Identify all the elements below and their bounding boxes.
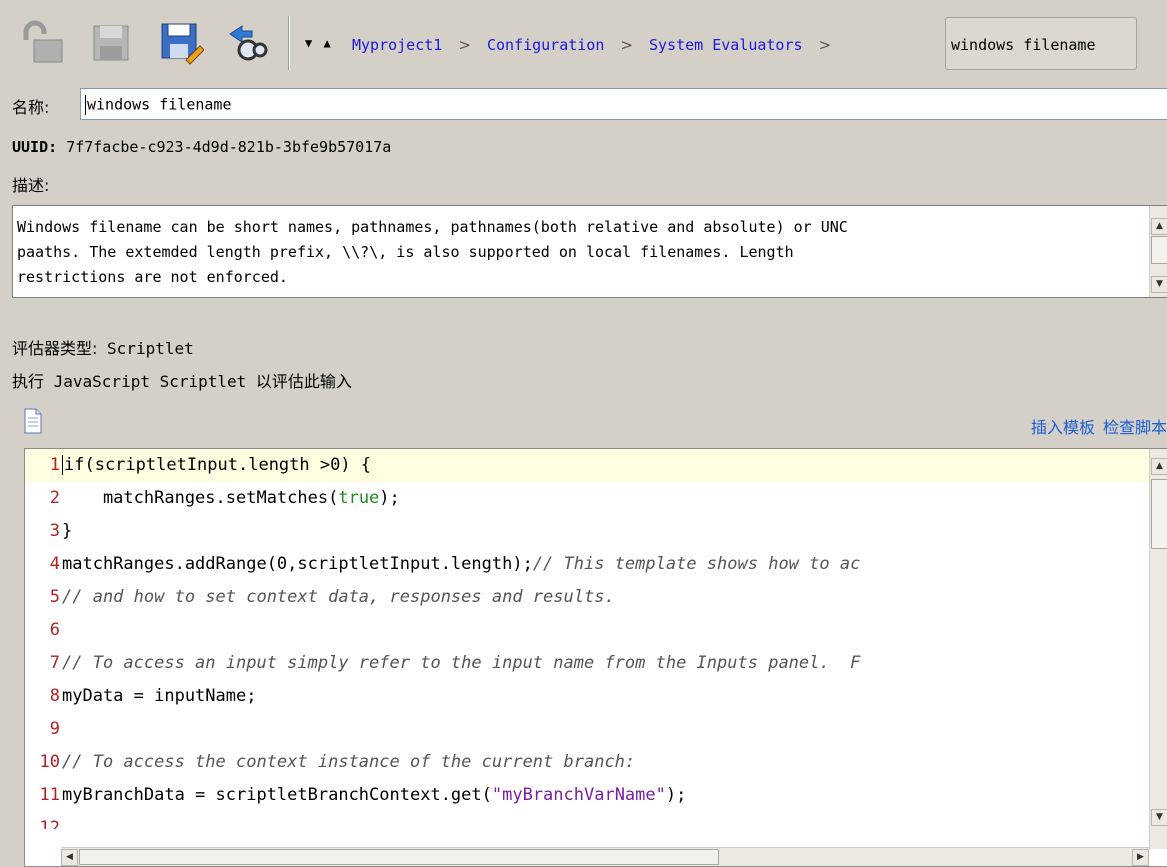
toolbar-separator [288,16,290,70]
uuid-value: 7f7facbe-c923-4d9d-821b-3bfe9b57017a [66,138,392,156]
code-token: myData = inputName; [62,686,257,706]
description-textarea[interactable]: Windows filename can be short names, pat… [12,205,1167,298]
code-token: // This template shows how to ac [532,554,861,574]
breadcrumb-separator: > [620,36,633,54]
code-line[interactable]: 4 matchRanges.addRange(0,scriptletInput.l… [25,548,1149,581]
code-line[interactable]: 11 myBranchData = scriptletBranchContext.… [25,779,1149,812]
description-line: restrictions are not enforced. [17,268,288,286]
line-number: 10 [39,752,60,772]
line-number: 4 [49,554,60,574]
code-token: } [62,521,73,541]
insert-template-link[interactable]: 插入模板 [1031,418,1095,437]
code-token: ); [379,488,400,508]
scroll-right-arrow-icon[interactable]: ▶ [1132,849,1149,866]
description-text: Windows filename can be short names, pat… [17,215,1142,290]
evaluator-type-value: Scriptlet [107,339,194,358]
scroll-down-arrow-icon[interactable]: ▼ [1151,276,1167,293]
code-line[interactable]: 12 [25,812,1149,829]
editor-vertical-scrollbar[interactable]: ▲ ▼ [1149,449,1167,849]
line-number: 12 [39,818,60,829]
scroll-up-arrow-icon[interactable]: ▲ [1151,458,1167,475]
code-line[interactable]: 6 [25,614,1149,647]
evaluator-description: 执行 JavaScript Scriptlet 以评估此输入 [12,372,352,391]
code-line[interactable]: 8 myData = inputName; [25,680,1149,713]
text-cursor [62,455,63,475]
code-token: ); [665,785,687,805]
name-value: windows filename [87,95,232,114]
evaluator-type-label: 评估器类型: [12,339,98,358]
nav-arrows[interactable]: ▼ ▲ [305,36,333,50]
description-line: Windows filename can be short names, pat… [17,218,848,236]
code-editor[interactable]: 1 if(scriptletInput.length >0) {2 matchRa… [24,448,1167,867]
code-token: // and how to set context data, response… [62,587,615,607]
toolbar: ▼ ▲ Myproject1 > Configuration > System … [0,0,1167,80]
script-actions: 插入模板 检查脚本 [1023,414,1167,438]
scroll-thumb[interactable] [79,849,719,865]
line-number: 9 [49,719,60,739]
line-number: 3 [49,521,60,541]
code-line[interactable]: 2 matchRanges.setMatches(true); [25,482,1149,515]
check-script-link[interactable]: 检查脚本 [1103,418,1167,437]
line-number: 1 [49,455,60,475]
scroll-thumb[interactable] [1151,236,1167,264]
code-token: "myBranchVarName" [491,785,666,805]
line-number: 8 [49,686,60,706]
code-token: matchRanges.setMatches( [62,488,339,508]
code-token: matchRanges.addRange(0,scriptletInput.le… [62,554,533,574]
code-token: if(scriptletInput.length >0) { [64,455,372,475]
line-number: 6 [49,620,60,640]
code-line[interactable]: 1 if(scriptletInput.length >0) { [25,449,1149,482]
name-label: 名称: [12,98,50,117]
save-as-icon[interactable] [158,20,204,66]
search-options-icon[interactable] [224,20,270,66]
editor-horizontal-scrollbar[interactable]: ◀ ▶ [61,847,1149,866]
scroll-left-arrow-icon[interactable]: ◀ [61,849,78,866]
code-line[interactable]: 10// To access the context instance of t… [25,746,1149,779]
save-icon[interactable] [88,20,134,66]
document-icon[interactable] [24,408,42,434]
code-line[interactable]: 5// and how to set context data, respons… [25,581,1149,614]
code-token: // To access the context instance of the… [62,752,636,772]
code-lines[interactable]: 1 if(scriptletInput.length >0) {2 matchRa… [25,449,1149,829]
breadcrumb-separator: > [458,36,471,54]
breadcrumb-current[interactable]: windows filename [945,17,1137,70]
line-number: 2 [49,488,60,508]
description-line: paaths. The extemded length prefix, \\?\… [17,243,794,261]
code-token: // To access an input simply refer to th… [62,653,861,673]
code-line[interactable]: 9 [25,713,1149,746]
uuid-label: UUID: [12,138,58,156]
line-number: 11 [39,785,60,805]
code-token: myBranchData = scriptletBranchContext.ge… [62,785,492,805]
line-number: 7 [49,653,60,673]
code-line[interactable]: 7// To access an input simply refer to t… [25,647,1149,680]
breadcrumb-project[interactable]: Myproject1 [352,36,442,54]
unlock-icon[interactable] [20,20,66,66]
breadcrumb-system-evaluators[interactable]: System Evaluators [649,36,803,54]
scroll-thumb[interactable] [1151,479,1167,549]
uuid-row: UUID: 7f7facbe-c923-4d9d-821b-3bfe9b5701… [12,138,391,156]
breadcrumb: Myproject1 > Configuration > System Eval… [352,36,838,54]
line-number: 5 [49,587,60,607]
breadcrumb-separator: > [818,36,832,54]
description-scrollbar[interactable]: ▲ ▼ [1149,206,1167,297]
scroll-up-arrow-icon[interactable]: ▲ [1151,218,1167,235]
code-line[interactable]: 3} [25,515,1149,548]
scroll-down-arrow-icon[interactable]: ▼ [1151,809,1167,826]
text-cursor [85,95,86,115]
description-label: 描述: [12,176,50,195]
evaluator-type: 评估器类型: Scriptlet [12,335,194,359]
code-token: true [338,488,380,508]
name-input[interactable]: windows filename [80,88,1167,120]
breadcrumb-configuration[interactable]: Configuration [487,36,604,54]
